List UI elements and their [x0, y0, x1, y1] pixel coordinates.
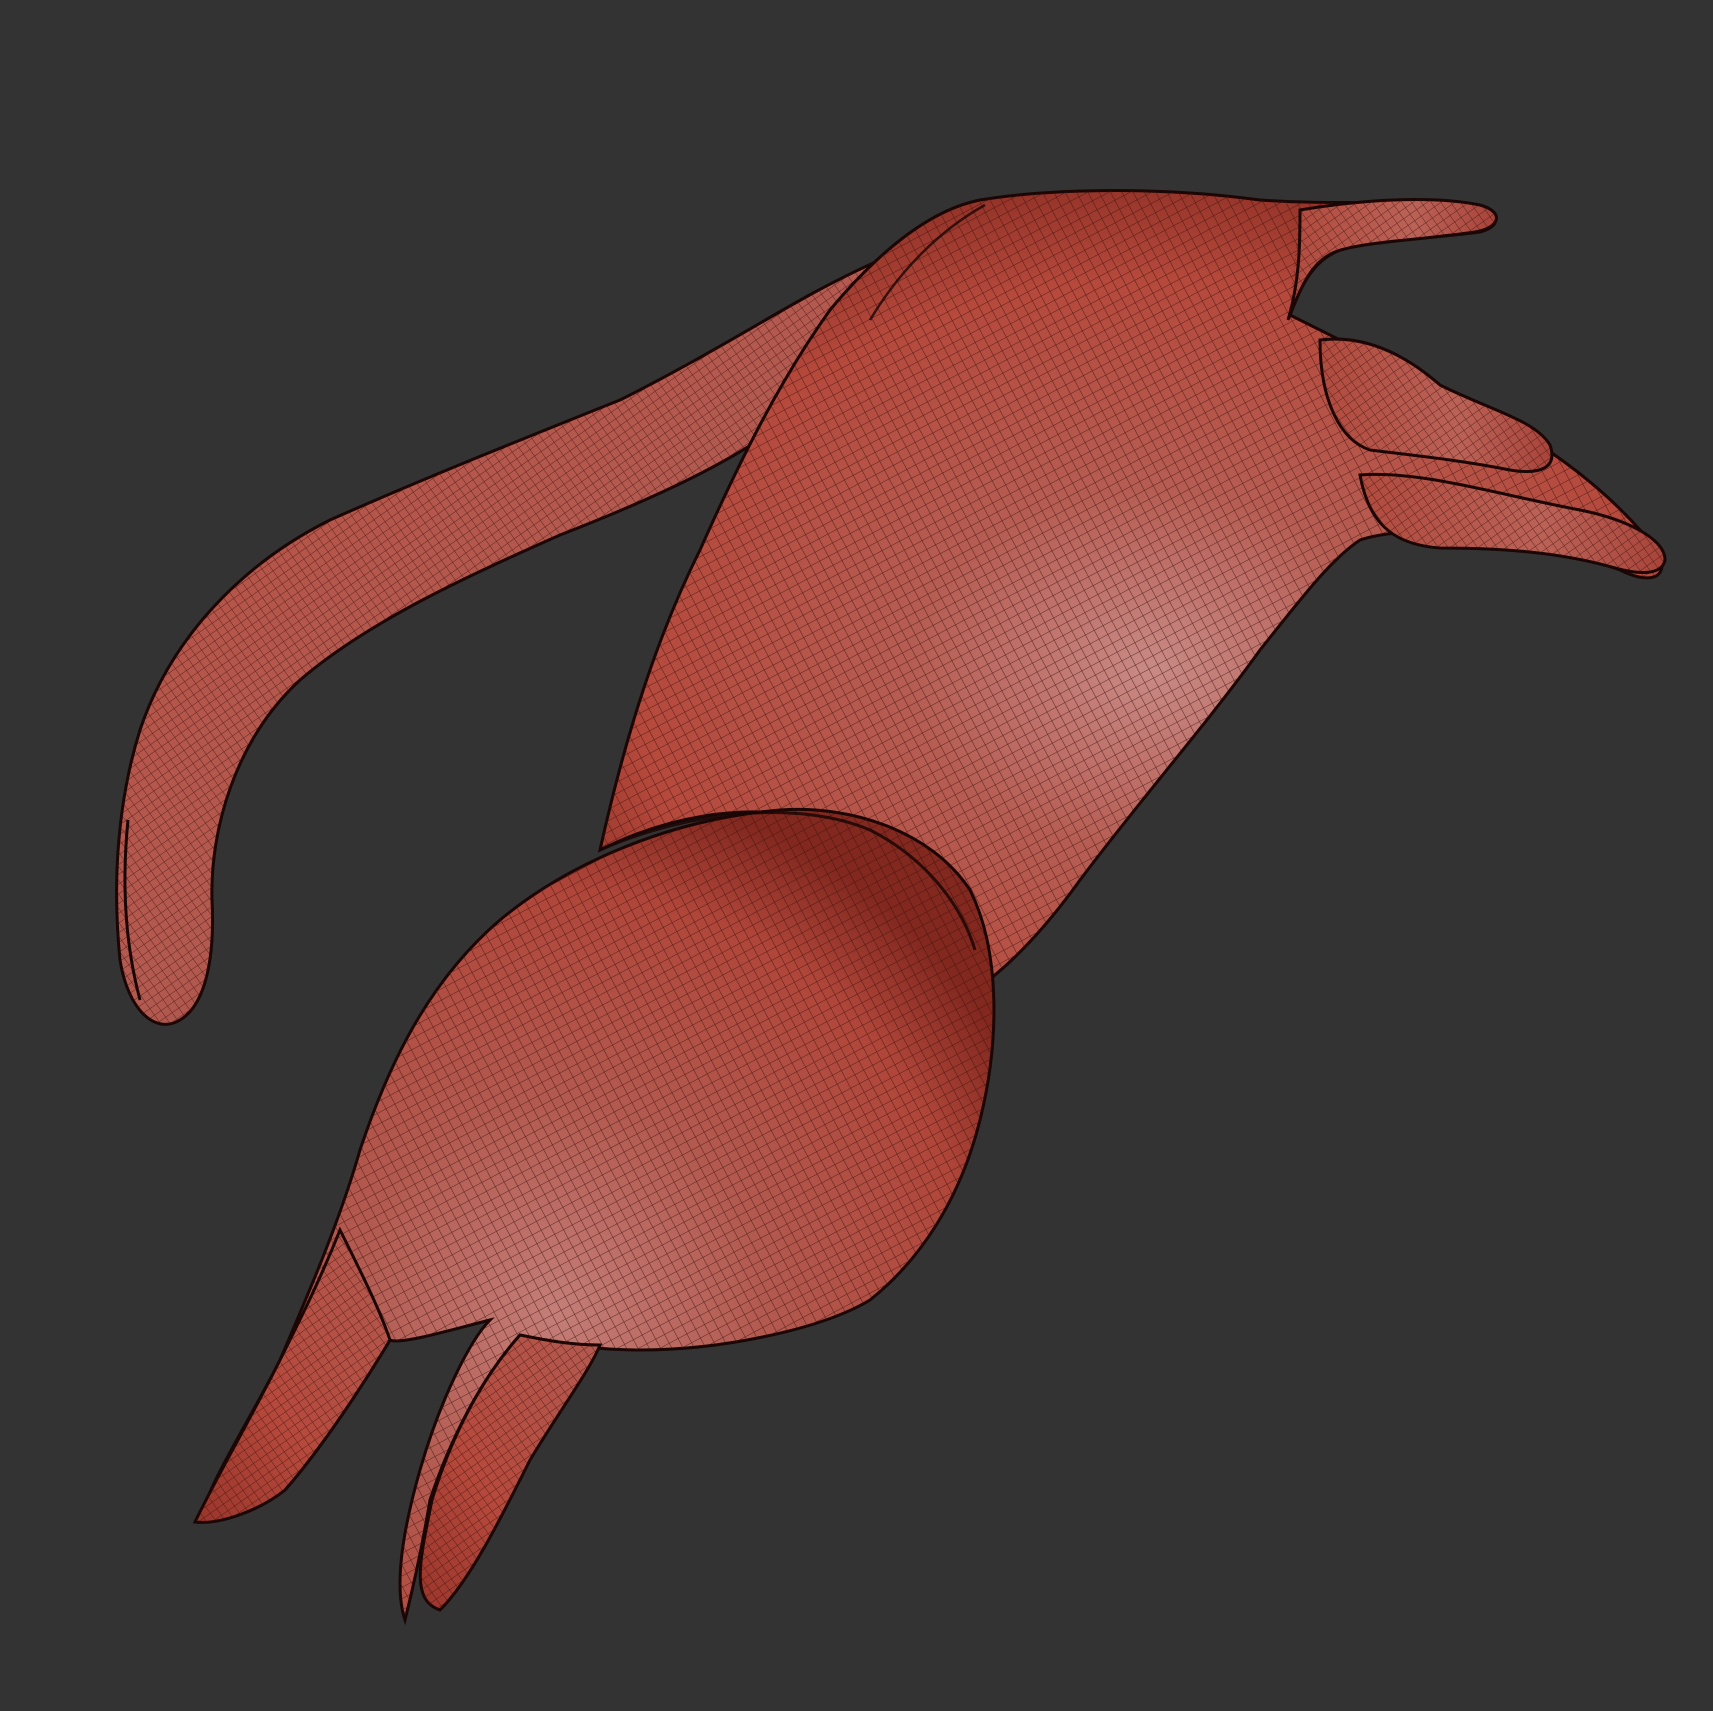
- sculpted-mesh-render: [0, 0, 1713, 1711]
- 3d-viewport[interactable]: [0, 0, 1713, 1711]
